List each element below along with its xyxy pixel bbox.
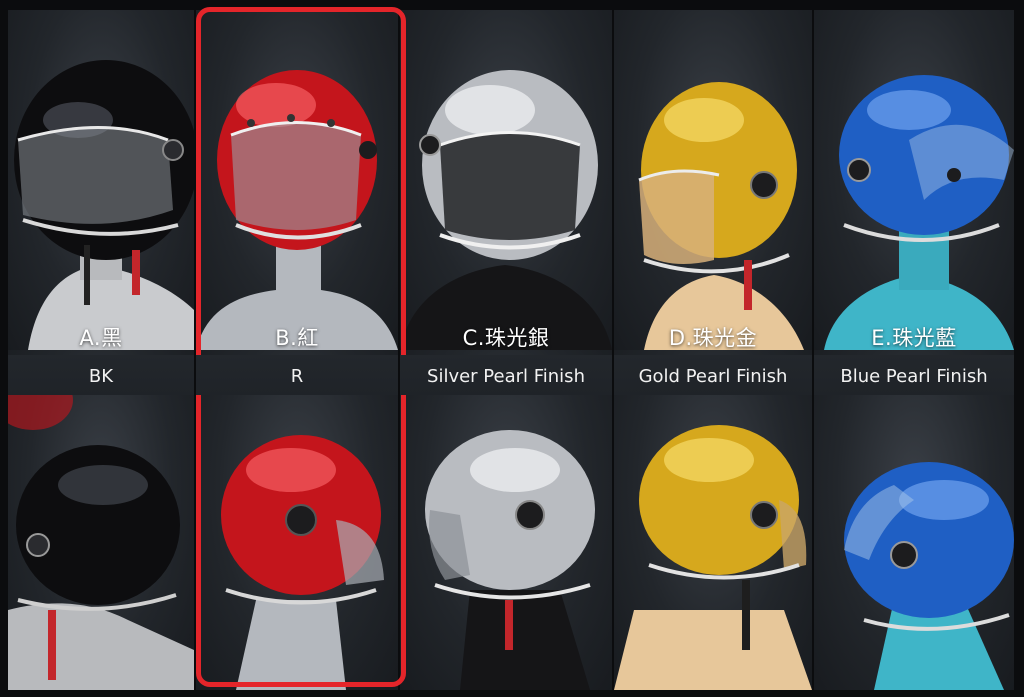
option-c-side-photo [400, 350, 612, 690]
option-a-front-photo [8, 10, 194, 350]
option-b-card[interactable]: B.紅 R [196, 10, 398, 690]
option-b-side-photo [196, 350, 398, 690]
option-a-card[interactable]: A.黑 BK [8, 10, 194, 690]
option-e-english-label: Blue Pearl Finish [840, 366, 988, 387]
option-d-card[interactable]: D.珠光金 Gold Pearl Finish [614, 10, 812, 690]
option-b-english-label: R [290, 366, 304, 387]
option-e-side-photo [814, 350, 1014, 690]
option-a-chinese-label: A.黑 [79, 326, 123, 350]
option-e-card[interactable]: E.珠光藍 Blue Pearl Finish [814, 10, 1014, 690]
option-c-english-label: Silver Pearl Finish [427, 366, 585, 387]
option-c-chinese-label: C.珠光銀 [462, 326, 550, 350]
option-b-front-photo [196, 10, 398, 350]
option-c-front-photo [400, 10, 612, 350]
option-d-front-photo [614, 10, 812, 350]
option-e-front-photo [814, 10, 1014, 350]
option-e-chinese-label: E.珠光藍 [871, 326, 957, 350]
option-d-chinese-label: D.珠光金 [668, 326, 758, 350]
option-d-english-label: Gold Pearl Finish [638, 366, 788, 387]
option-c-card[interactable]: C.珠光銀 Silver Pearl Finish [400, 10, 612, 690]
option-a-side-photo [8, 350, 194, 690]
helmet-color-grid: A.黑 BK B.紅 R C.珠光銀 Silver Pearl Finish D… [8, 7, 1014, 690]
option-a-english-label: BK [88, 366, 114, 387]
option-b-chinese-label: B.紅 [275, 326, 319, 350]
option-d-side-photo [614, 350, 812, 690]
